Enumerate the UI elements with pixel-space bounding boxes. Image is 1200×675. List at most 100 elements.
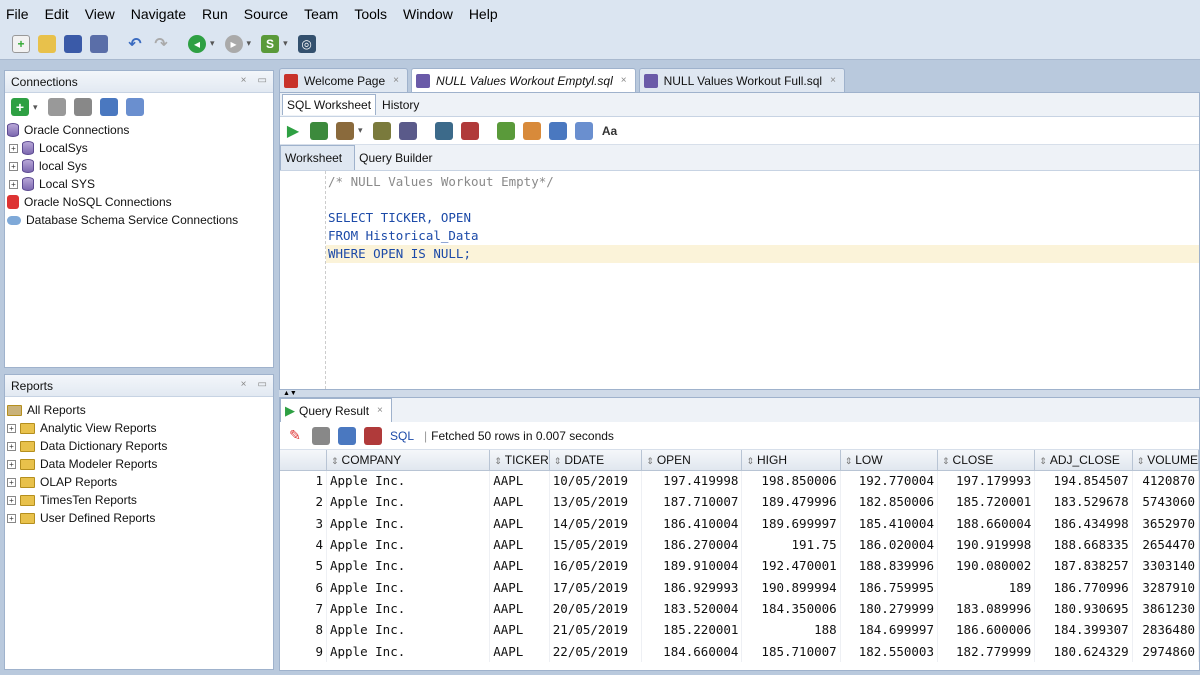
tree-item[interactable]: + LocalSys: [7, 139, 273, 157]
tab-sql-worksheet[interactable]: SQL Worksheet: [282, 94, 377, 115]
table-cell[interactable]: 197.179993: [937, 470, 1036, 492]
close-icon[interactable]: ×: [393, 75, 399, 86]
schema-browser-icon[interactable]: [125, 98, 144, 116]
table-cell[interactable]: 10/05/2019: [549, 470, 643, 492]
expand-icon[interactable]: +: [7, 495, 16, 505]
table-cell[interactable]: 3861230: [1132, 597, 1200, 620]
table-cell[interactable]: 183.089996: [937, 597, 1036, 620]
tab-history[interactable]: History: [378, 95, 423, 115]
expand-icon[interactable]: +: [7, 423, 16, 433]
tab-query-result[interactable]: ▶ Query Result ×: [280, 398, 392, 422]
table-cell[interactable]: 2974860: [1132, 640, 1200, 662]
table-cell[interactable]: 186.434998: [1034, 512, 1133, 534]
sql-connect-icon[interactable]: S: [261, 34, 280, 53]
open-folder-icon[interactable]: [38, 34, 56, 53]
table-row[interactable]: 1 Apple Inc. AAPL 10/05/2019 197.419998 198.8…: [280, 470, 1200, 492]
table-cell[interactable]: 186.270004: [641, 533, 743, 556]
menu-tools[interactable]: Tools: [354, 6, 387, 22]
chevron-down-icon[interactable]: ▾: [247, 38, 252, 49]
table-cell[interactable]: AAPL: [489, 619, 550, 641]
history-icon[interactable]: [548, 121, 567, 140]
table-cell[interactable]: 183.529678: [1034, 491, 1133, 513]
table-cell[interactable]: 180.624329: [1034, 640, 1133, 662]
table-row[interactable]: 5 Apple Inc. AAPL 16/05/2019 189.910004 192.4…: [280, 555, 1200, 577]
code-editor[interactable]: /* NULL Values Workout Empty*/ SELECT TIC…: [280, 171, 1199, 389]
menu-team[interactable]: Team: [304, 6, 338, 22]
table-cell[interactable]: 15/05/2019: [549, 533, 643, 556]
tree-item[interactable]: + OLAP Reports: [7, 473, 273, 491]
table-cell[interactable]: 187.838257: [1034, 555, 1133, 577]
tree-item[interactable]: + local Sys: [7, 157, 273, 175]
explain-plan-icon[interactable]: [372, 121, 391, 140]
expand-icon[interactable]: +: [7, 477, 16, 487]
table-cell[interactable]: 194.854507: [1034, 470, 1133, 492]
table-cell[interactable]: Apple Inc.: [326, 555, 491, 577]
save-all-icon[interactable]: [90, 34, 108, 53]
column-header[interactable]: ⇕ LOW: [840, 450, 938, 471]
binoculars-icon[interactable]: ◎: [297, 34, 316, 53]
table-cell[interactable]: 14/05/2019: [549, 512, 643, 534]
run-statement-icon[interactable]: ▶: [284, 122, 302, 140]
table-cell[interactable]: 189.910004: [641, 555, 743, 577]
table-cell[interactable]: Apple Inc.: [326, 533, 491, 556]
table-cell[interactable]: AAPL: [489, 597, 550, 620]
table-cell[interactable]: AAPL: [489, 512, 550, 534]
table-cell[interactable]: 186.020004: [840, 533, 938, 556]
table-row[interactable]: 3 Apple Inc. AAPL 14/05/2019 186.410004 189.6…: [280, 512, 1200, 534]
tree-item[interactable]: Oracle Connections: [7, 121, 273, 139]
table-cell[interactable]: 13/05/2019: [549, 491, 643, 513]
table-cell[interactable]: 190.919998: [937, 533, 1036, 556]
table-cell[interactable]: 185.710007: [741, 640, 841, 662]
table-cell[interactable]: 5743060: [1132, 491, 1200, 513]
undo-icon[interactable]: ↶: [126, 35, 144, 53]
sql-link[interactable]: SQL: [390, 429, 414, 443]
table-cell[interactable]: 182.779999: [937, 640, 1036, 662]
sql-session-icon[interactable]: [496, 121, 515, 140]
table-cell[interactable]: 16/05/2019: [549, 555, 643, 577]
tree-item[interactable]: + TimesTen Reports: [7, 491, 273, 509]
table-cell[interactable]: 186.929993: [641, 576, 743, 598]
table-cell[interactable]: Apple Inc.: [326, 640, 491, 662]
table-cell[interactable]: 187.710007: [641, 491, 743, 513]
table-cell[interactable]: 192.470001: [741, 555, 841, 577]
expand-icon[interactable]: +: [9, 179, 18, 189]
table-cell[interactable]: 22/05/2019: [549, 640, 643, 662]
panel-controls[interactable]: × ▭: [241, 379, 267, 390]
table-row[interactable]: 8 Apple Inc. AAPL 21/05/2019 185.220001 188 18…: [280, 619, 1200, 641]
table-cell[interactable]: 186.410004: [641, 512, 743, 534]
table-cell[interactable]: Apple Inc.: [326, 576, 491, 598]
table-cell[interactable]: 180.930695: [1034, 597, 1133, 620]
table-cell[interactable]: 3652970: [1132, 512, 1200, 534]
panel-controls[interactable]: × ▭: [241, 75, 267, 86]
menu-window[interactable]: Window: [403, 6, 453, 22]
table-cell[interactable]: Apple Inc.: [326, 470, 491, 492]
eraser-icon[interactable]: [522, 121, 541, 140]
table-cell[interactable]: 192.770004: [840, 470, 938, 492]
save-icon[interactable]: [64, 34, 82, 53]
forward-icon[interactable]: ▸: [224, 34, 243, 53]
format-case-icon[interactable]: Aa: [601, 122, 619, 140]
table-cell[interactable]: 183.520004: [641, 597, 743, 620]
redo-icon[interactable]: ↷: [152, 35, 170, 53]
table-cell[interactable]: 184.660004: [641, 640, 743, 662]
autotrace-icon[interactable]: [336, 121, 354, 140]
expand-icon[interactable]: +: [9, 161, 18, 171]
table-cell[interactable]: 17/05/2019: [549, 576, 643, 598]
table-cell[interactable]: 20/05/2019: [549, 597, 643, 620]
table-cell[interactable]: 3287910: [1132, 576, 1200, 598]
table-cell[interactable]: 182.850006: [840, 491, 938, 513]
table-cell[interactable]: 185.410004: [840, 512, 938, 534]
expand-icon[interactable]: +: [9, 143, 18, 153]
document-tab[interactable]: NULL Values Workout Emptyl.sql ×: [411, 68, 636, 92]
table-cell[interactable]: 2654470: [1132, 533, 1200, 556]
column-header[interactable]: ⇕ DDATE: [549, 450, 643, 471]
pane-splitter[interactable]: ▲▼: [279, 390, 1200, 397]
table-cell[interactable]: 188: [741, 619, 841, 641]
table-cell[interactable]: 188.668335: [1034, 533, 1133, 556]
tab-query-builder[interactable]: Query Builder: [355, 146, 444, 170]
tab-worksheet[interactable]: Worksheet: [280, 145, 356, 170]
menu-view[interactable]: View: [85, 6, 115, 22]
table-row[interactable]: 4 Apple Inc. AAPL 15/05/2019 186.270004 191.7…: [280, 533, 1200, 556]
table-cell[interactable]: 180.279999: [840, 597, 938, 620]
column-header[interactable]: ⇕ COMPANY: [326, 450, 491, 471]
